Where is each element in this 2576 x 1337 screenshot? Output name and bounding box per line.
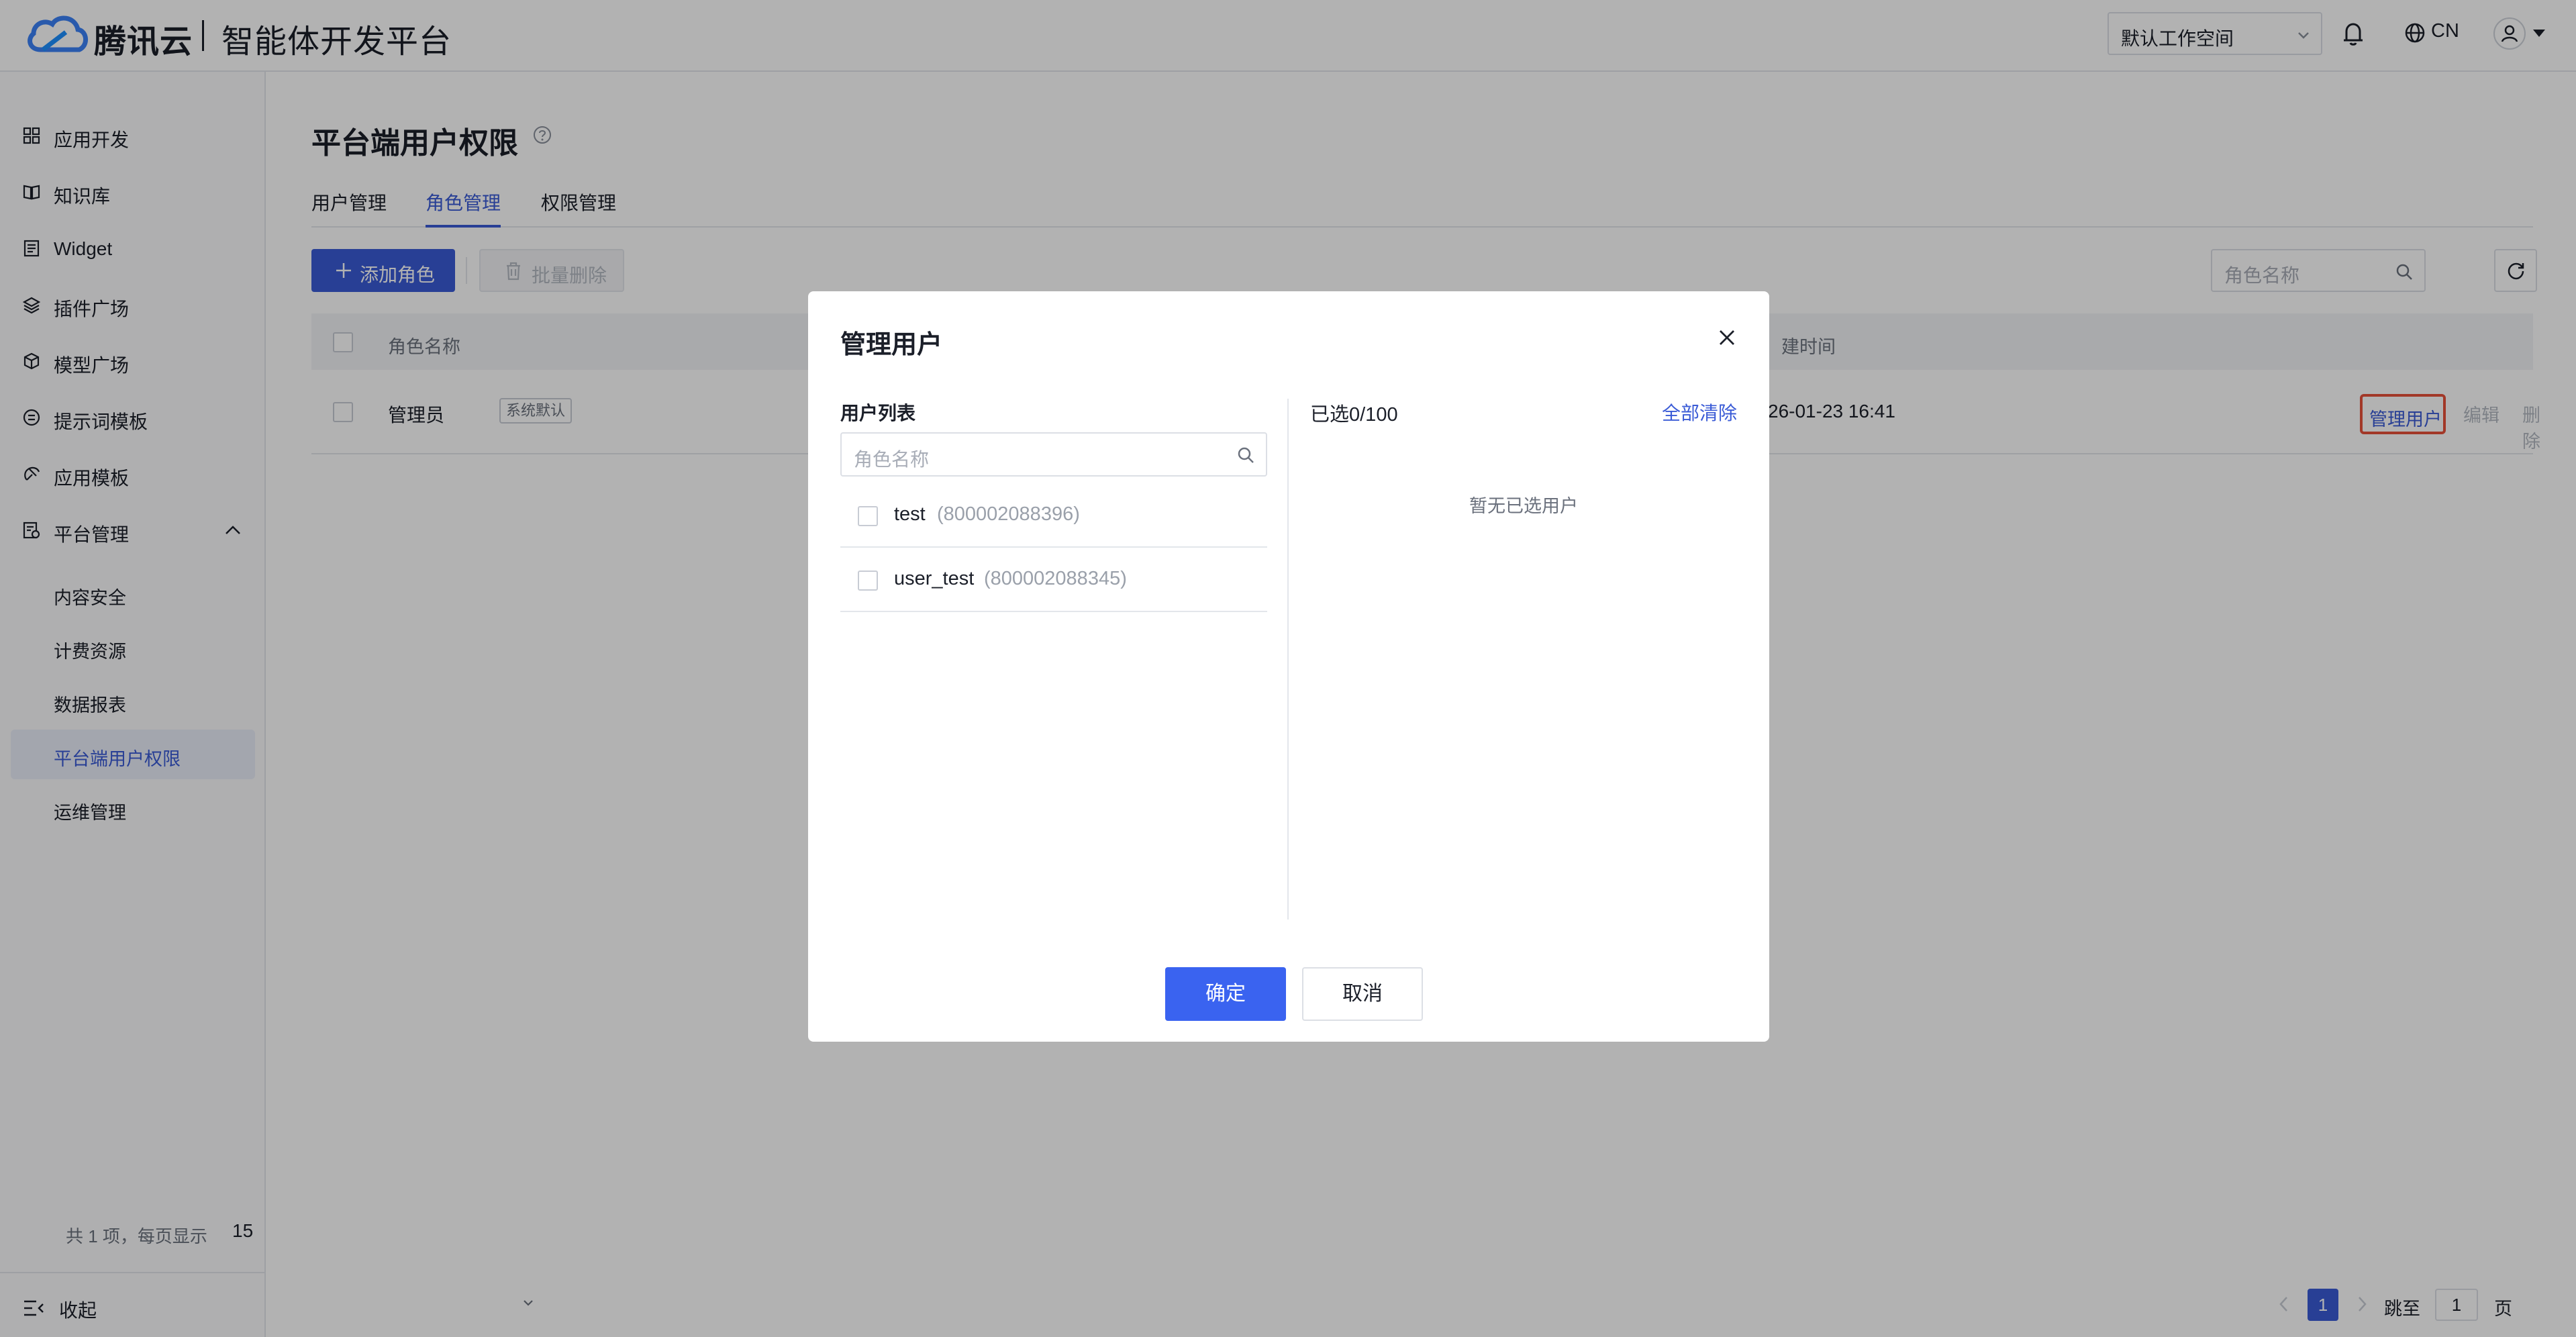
user-checkbox[interactable] — [858, 571, 878, 591]
user-list-item[interactable]: user_test (800002088345) — [840, 548, 1267, 612]
dialog-title: 管理用户 — [840, 331, 943, 359]
empty-selection-message: 暂无已选用户 — [1469, 496, 1578, 516]
selected-count: 已选0/100 — [1310, 404, 1398, 426]
user-name: test — [894, 503, 926, 525]
search-icon — [1238, 447, 1254, 463]
app-root: 腾讯云 智能体开发平台 默认工作空间 CN 应用开发 知识库 Widget 插件… — [0, 0, 2576, 1337]
manage-users-dialog: 管理用户 用户列表 角色名称 test (800002088396) user_… — [808, 291, 1769, 1042]
user-list-item[interactable]: test (800002088396) — [840, 483, 1267, 548]
cancel-button[interactable]: 取消 — [1302, 967, 1423, 1021]
selected-users-panel: 已选0/100 全部清除 暂无已选用户 — [1310, 399, 1737, 930]
user-id: (800002088345) — [984, 568, 1127, 589]
user-checkbox[interactable] — [858, 506, 878, 526]
confirm-button[interactable]: 确定 — [1165, 967, 1286, 1021]
close-icon[interactable] — [1717, 328, 1737, 348]
user-search-input[interactable]: 角色名称 — [840, 432, 1267, 477]
user-name: user_test — [894, 568, 975, 589]
clear-all-link[interactable]: 全部清除 — [1662, 399, 1737, 426]
user-id: (800002088396) — [937, 503, 1080, 525]
panel-divider — [1287, 399, 1289, 920]
user-search-placeholder: 角色名称 — [854, 449, 930, 470]
user-list-panel: 用户列表 角色名称 test (800002088396) user_test … — [840, 399, 1267, 930]
user-list-title: 用户列表 — [840, 403, 916, 424]
